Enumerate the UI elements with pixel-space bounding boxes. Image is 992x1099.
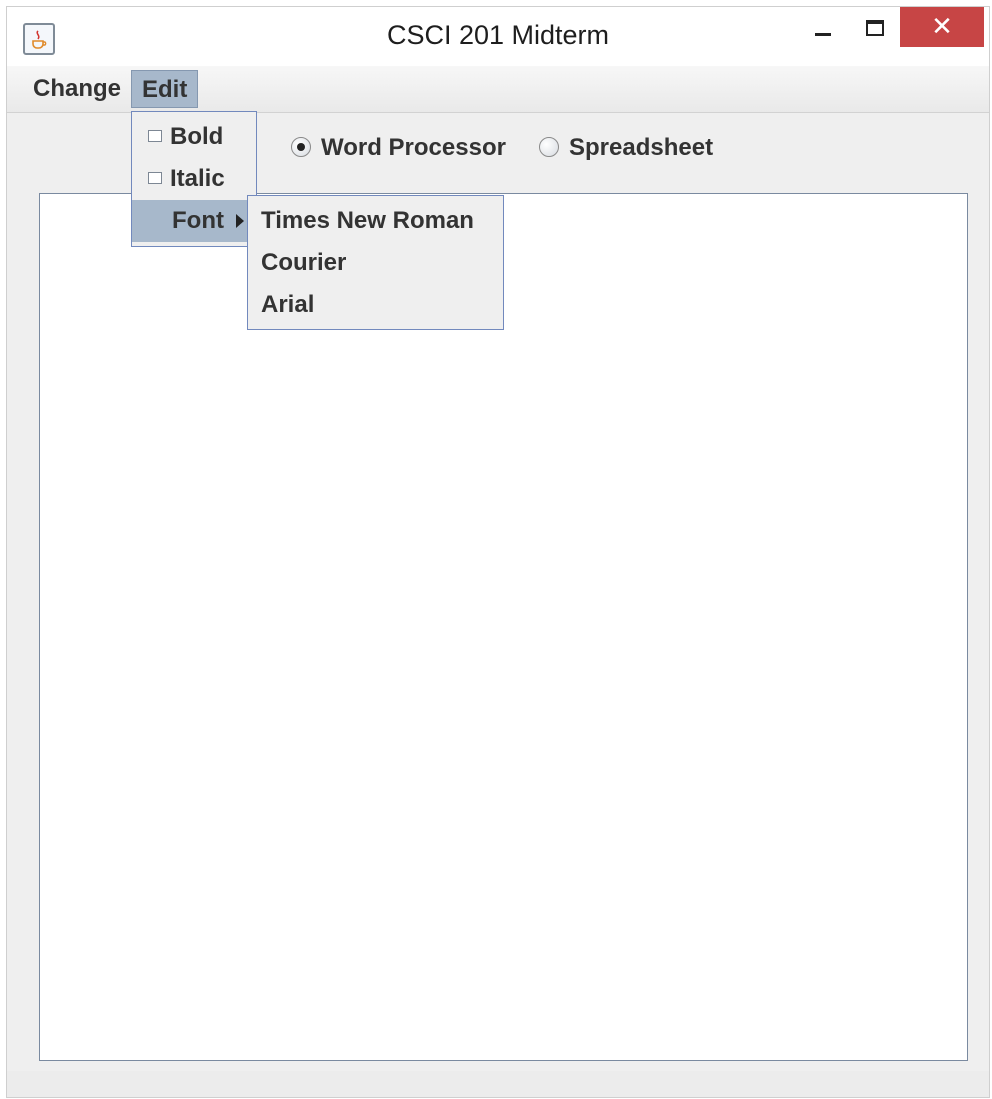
checkbox-icon	[148, 129, 162, 142]
bold-label: Bold	[170, 123, 224, 150]
spreadsheet-label: Spreadsheet	[569, 134, 714, 161]
submenu-arrow-icon	[236, 214, 244, 228]
font-submenu-item[interactable]: Font	[132, 200, 256, 242]
radio-selected-icon	[291, 136, 311, 157]
font-option-times-new-roman[interactable]: Times New Roman	[248, 200, 503, 242]
menu-edit[interactable]: Edit	[131, 70, 199, 108]
menu-bar: Change Edit	[7, 66, 989, 113]
word-processor-radio[interactable]: Word Processor	[291, 131, 506, 165]
window-title: CSCI 201 Midterm	[386, 20, 610, 50]
bold-checkbox-item[interactable]: Bold	[132, 116, 256, 158]
menu-change[interactable]: Change	[23, 70, 131, 108]
font-label: Font	[172, 207, 224, 234]
maximize-button[interactable]	[855, 7, 895, 47]
spreadsheet-radio[interactable]: Spreadsheet	[539, 131, 713, 165]
checkbox-icon	[148, 171, 162, 184]
bottom-bar	[7, 1071, 989, 1097]
minimize-button[interactable]	[805, 7, 841, 47]
close-icon: ✕	[931, 11, 953, 41]
radio-unselected-icon	[539, 136, 559, 157]
font-option-courier[interactable]: Courier	[248, 242, 503, 284]
application-window: CSCI 201 Midterm ✕ Change Edit Word Proc…	[6, 6, 990, 1098]
edit-dropdown-menu: Bold Italic Font	[131, 111, 257, 247]
font-submenu: Times New Roman Courier Arial	[247, 195, 504, 330]
word-processor-label: Word Processor	[321, 134, 506, 161]
italic-label: Italic	[170, 165, 225, 192]
italic-checkbox-item[interactable]: Italic	[132, 158, 256, 200]
title-bar[interactable]: CSCI 201 Midterm ✕	[7, 7, 989, 66]
font-option-arial[interactable]: Arial	[248, 284, 503, 326]
close-button[interactable]: ✕	[900, 7, 984, 47]
